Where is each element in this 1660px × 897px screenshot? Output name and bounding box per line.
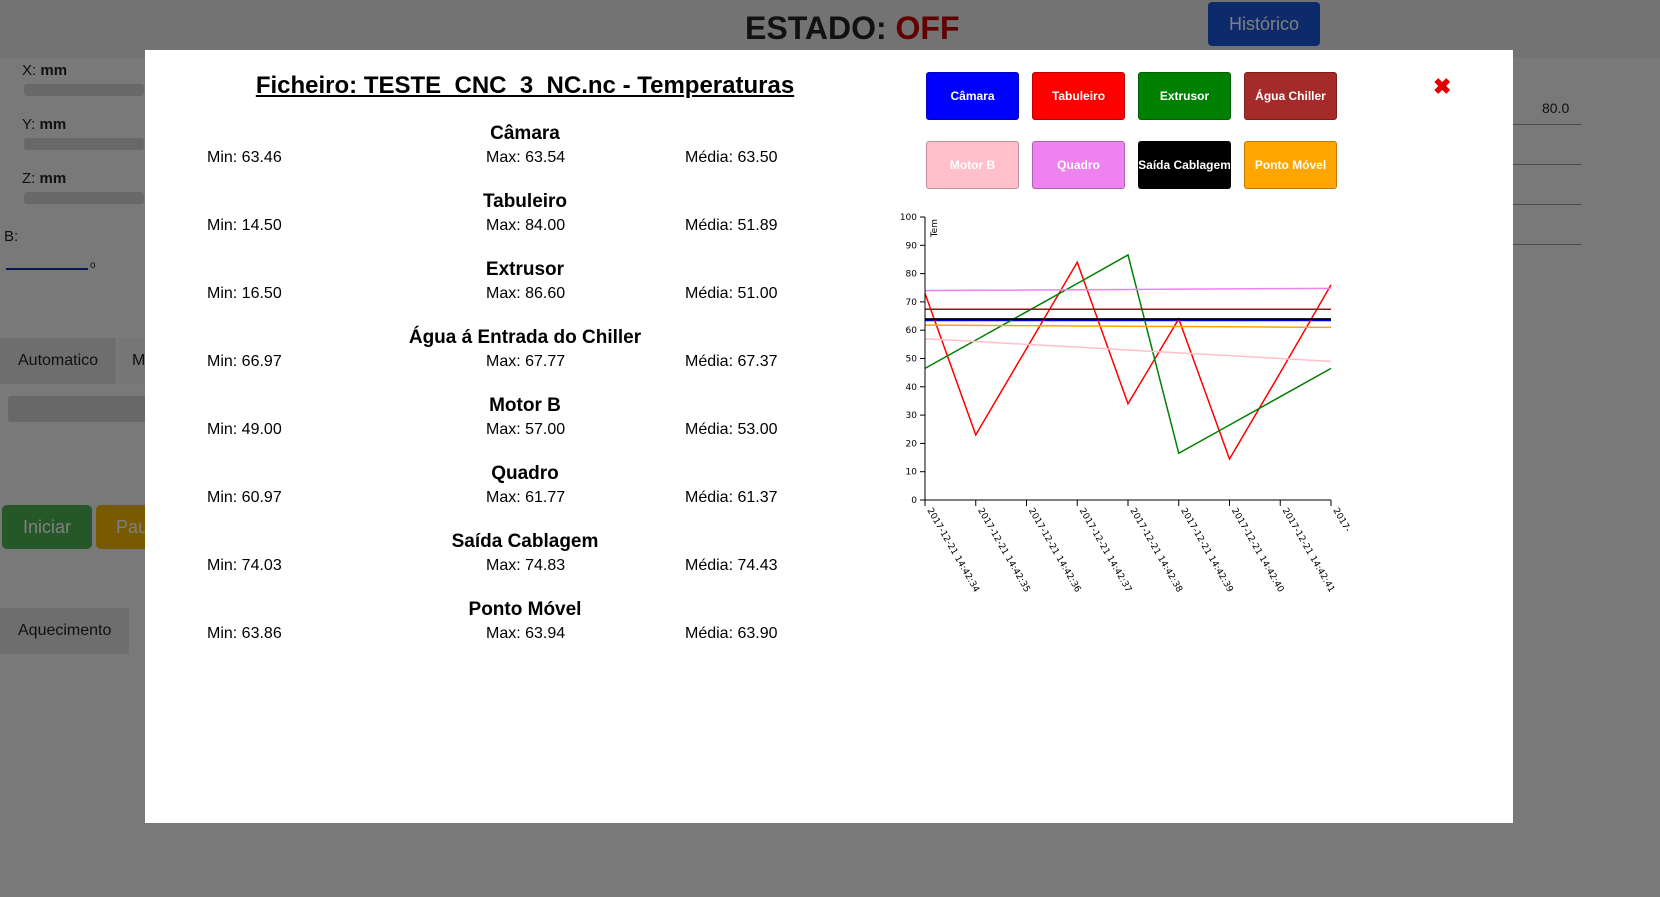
sensor-name: Extrusor	[485, 259, 565, 280]
y-tick-label: 20	[906, 439, 918, 449]
series-button-motor-b[interactable]: Motor B	[926, 141, 1019, 189]
sensor-min: Min: 60.97	[207, 489, 282, 506]
series-line	[924, 260, 1332, 461]
x-tick-label: 2017-12-21 14:42:37	[1077, 507, 1133, 595]
y-tick-label: 100	[900, 213, 917, 223]
sensor-values: Min: 60.97 Max: 61.77 Média: 61.37	[145, 487, 905, 509]
sensor-min: Min: 16.50	[207, 285, 282, 302]
series-line	[924, 337, 1332, 363]
sensor-min: Min: 14.50	[207, 217, 282, 234]
series-button-quadro[interactable]: Quadro	[1032, 141, 1125, 189]
sensor-values: Min: 49.00 Max: 57.00 Média: 53.00	[145, 419, 905, 441]
x-tick-label: 2017-12-21 14:42:38	[1127, 507, 1184, 595]
sensor-max: Max: 61.77	[486, 489, 566, 506]
sensor-values: Min: 63.86 Max: 63.94 Média: 63.90	[145, 623, 905, 645]
sensor-name: Motor B	[489, 395, 561, 416]
sensor-stats: Saída Cablagem Min: 74.03 Max: 74.83 Méd…	[145, 531, 905, 577]
sensor-max: Max: 84.00	[486, 217, 566, 234]
x-tick-label: 2017-12-21 14:42:34	[924, 507, 981, 595]
sensor-values: Min: 16.50 Max: 86.60 Média: 51.00	[145, 283, 905, 305]
temperature-line-chart: 0 10 20 30 40 50 60 70 80 90 100 Tem 2017-12-21 14:4…	[900, 213, 1352, 595]
y-tick-label: 0	[911, 496, 917, 506]
sensor-avg: Média: 53.00	[685, 421, 778, 438]
close-icon[interactable]: ✖	[1433, 74, 1451, 100]
y-tick-label: 60	[906, 326, 918, 336]
temperature-modal: Ficheiro: TESTE_CNC_3_NC.nc - Temperatur…	[145, 50, 1513, 823]
sensor-stats: Água á Entrada do Chiller Min: 66.97 Max…	[145, 327, 905, 373]
y-tick-label: 80	[906, 270, 918, 280]
sensor-max: Max: 57.00	[486, 421, 566, 438]
x-tick-label: 2017-12-21 14:42:40	[1229, 507, 1286, 595]
sensor-name: Água á Entrada do Chiller	[408, 327, 642, 348]
sensor-values: Min: 63.46 Max: 63.54 Média: 63.50	[145, 147, 905, 169]
sensor-avg: Média: 74.43	[685, 557, 778, 574]
series-button-camara[interactable]: Câmara	[926, 72, 1019, 120]
sensor-max: Max: 63.54	[486, 149, 566, 166]
sensor-max: Max: 63.94	[486, 625, 566, 642]
sensor-values: Min: 74.03 Max: 74.83 Média: 74.43	[145, 555, 905, 577]
sensor-min: Min: 49.00	[207, 421, 282, 438]
sensor-stats: Quadro Min: 60.97 Max: 61.77 Média: 61.3…	[145, 463, 905, 509]
series-line	[924, 324, 1332, 329]
sensor-stats: Câmara Min: 63.46 Max: 63.54 Média: 63.5…	[145, 123, 905, 169]
x-tick-label: 2017-	[1330, 507, 1352, 535]
sensor-min: Min: 66.97	[207, 353, 282, 370]
series-button-ponto-movel[interactable]: Ponto Móvel	[1244, 141, 1337, 189]
sensor-avg: Média: 67.37	[685, 353, 778, 370]
x-tick-label: 2017-12-21 14:42:35	[975, 507, 1031, 595]
series-line	[924, 287, 1332, 292]
sensor-min: Min: 74.03	[207, 557, 282, 574]
y-tick-label: 30	[906, 411, 918, 421]
y-tick-label: 90	[906, 241, 918, 251]
series-button-tabuleiro[interactable]: Tabuleiro	[1032, 72, 1125, 120]
y-axis-label: Tem	[930, 219, 940, 238]
sensor-avg: Média: 51.89	[685, 217, 778, 234]
sensor-values: Min: 66.97 Max: 67.77 Média: 67.37	[145, 351, 905, 373]
y-tick-label: 40	[906, 383, 918, 393]
y-tick-label: 50	[906, 355, 918, 365]
sensor-stats: Tabuleiro Min: 14.50 Max: 84.00 Média: 5…	[145, 191, 905, 237]
modal-title: Ficheiro: TESTE_CNC_3_NC.nc - Temperatur…	[255, 72, 795, 99]
x-tick-label: 2017-12-21 14:42:39	[1178, 507, 1235, 595]
sensor-avg: Média: 63.90	[685, 625, 778, 642]
sensor-avg: Média: 63.50	[685, 149, 778, 166]
sensor-values: Min: 14.50 Max: 84.00 Média: 51.89	[145, 215, 905, 237]
sensor-name: Tabuleiro	[482, 191, 568, 212]
sensor-name: Saída Cablagem	[451, 531, 599, 552]
sensor-name: Ponto Móvel	[468, 599, 582, 620]
series-button-extrusor[interactable]: Extrusor	[1138, 72, 1231, 120]
sensor-max: Max: 86.60	[486, 285, 566, 302]
sensor-avg: Média: 61.37	[685, 489, 778, 506]
sensor-min: Min: 63.46	[207, 149, 282, 166]
sensor-stats: Motor B Min: 49.00 Max: 57.00 Média: 53.…	[145, 395, 905, 441]
x-tick-label: 2017-12-21 14:42:36	[1026, 507, 1083, 595]
series-button-agua-chiller[interactable]: Água Chiller	[1244, 72, 1337, 120]
x-tick-label: 2017-12-21 14:42:41	[1280, 507, 1336, 595]
sensor-name: Câmara	[490, 123, 560, 144]
y-tick-label: 70	[906, 298, 918, 308]
sensor-name: Quadro	[491, 463, 559, 484]
series-button-saida-cablagem[interactable]: Saída Cablagem	[1138, 141, 1231, 189]
sensor-max: Max: 67.77	[486, 353, 566, 370]
sensor-min: Min: 63.86	[207, 625, 282, 642]
sensor-stats: Ponto Móvel Min: 63.86 Max: 63.94 Média:…	[145, 599, 905, 645]
sensor-stats: Extrusor Min: 16.50 Max: 86.60 Média: 51…	[145, 259, 905, 305]
sensor-max: Max: 74.83	[486, 557, 566, 574]
sensor-avg: Média: 51.00	[685, 285, 778, 302]
y-tick-label: 10	[906, 468, 918, 478]
series-line	[924, 253, 1332, 455]
